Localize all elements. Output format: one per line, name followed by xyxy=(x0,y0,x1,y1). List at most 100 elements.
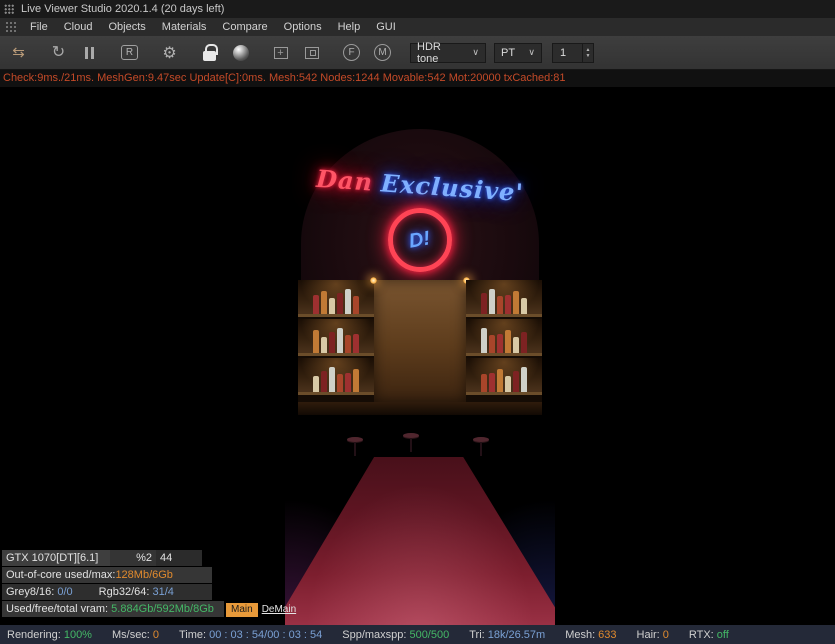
bottle xyxy=(313,295,319,314)
bottle xyxy=(513,337,519,353)
focus-picker-icon: F xyxy=(343,44,360,61)
menu-item-help[interactable]: Help xyxy=(330,21,369,33)
menu-item-gui[interactable]: GUI xyxy=(368,21,404,33)
gear-icon: ⚙ xyxy=(162,44,177,62)
tab-main[interactable]: Main xyxy=(226,603,258,617)
render-ball-button[interactable] xyxy=(225,40,256,66)
bottle xyxy=(353,334,359,353)
bottle xyxy=(497,296,503,314)
bar-stool xyxy=(347,437,363,456)
menu-item-materials[interactable]: Materials xyxy=(154,21,215,33)
window-title: Live Viewer Studio 2020.1.4 (20 days lef… xyxy=(21,3,225,15)
region-render-button[interactable]: R xyxy=(114,40,145,66)
bottle xyxy=(321,291,327,314)
render-stats-line: Check:9ms./21ms. MeshGen:9.47sec Update[… xyxy=(0,70,835,87)
vram-value: 5.884Gb/592Mb/8Gb xyxy=(111,603,214,615)
right-shelf-unit xyxy=(466,280,542,402)
menu-item-file[interactable]: File xyxy=(22,21,56,33)
shelf-row xyxy=(298,358,374,395)
kernel-dropdown[interactable]: PT ∨ xyxy=(494,42,542,63)
bottle xyxy=(481,374,487,392)
neon-logo-text: D! xyxy=(407,226,433,253)
bottle xyxy=(345,335,351,353)
bottle xyxy=(353,296,359,314)
rendering-stat: Rendering: 100% xyxy=(7,628,92,641)
menu-item-options[interactable]: Options xyxy=(276,21,330,33)
pause-icon xyxy=(85,46,94,59)
menu-grip-icon xyxy=(5,21,17,33)
mesh-stat: Mesh: 633 xyxy=(565,628,617,641)
wood-column xyxy=(370,277,470,402)
bottle xyxy=(353,369,359,392)
menu-item-cloud[interactable]: Cloud xyxy=(56,21,101,33)
bottle xyxy=(521,298,527,314)
bottle xyxy=(345,289,351,314)
neon-logo-ring: D! xyxy=(388,208,452,272)
bottle xyxy=(505,295,511,314)
ooc-value: 128Mb/6Gb xyxy=(115,569,173,581)
bottle xyxy=(497,369,503,392)
menu-item-objects[interactable]: Objects xyxy=(100,21,153,33)
bottle xyxy=(481,328,487,353)
lock-resolution-button[interactable] xyxy=(194,40,225,66)
region-render-icon: R xyxy=(121,45,138,60)
texture-row: Grey8/16: 0/0 Rgb32/64: 31/4 xyxy=(2,584,212,600)
mssec-stat: Ms/sec: 0 xyxy=(111,628,159,641)
vram-row: Used/free/total vram: 5.884Gb/592Mb/8Gb … xyxy=(2,601,300,617)
pause-render-button[interactable] xyxy=(74,40,105,66)
bottle xyxy=(337,328,343,353)
shelf-row xyxy=(466,319,542,356)
add-region-button[interactable] xyxy=(265,40,296,66)
bottle xyxy=(329,367,335,392)
bottle xyxy=(313,330,319,353)
time-stat: Time: 00 : 03 : 54/00 : 03 : 54 xyxy=(179,628,323,641)
bottle xyxy=(513,291,519,314)
passes-value: 1 xyxy=(560,46,567,59)
menu-item-compare[interactable]: Compare xyxy=(214,21,275,33)
gpu-row: GTX 1070[DT][6.1] %2 44 xyxy=(2,550,300,566)
grey-label: Grey8/16: xyxy=(6,586,55,598)
menu-bar: File Cloud Objects Materials Compare Opt… xyxy=(0,18,835,36)
title-bar: Live Viewer Studio 2020.1.4 (20 days lef… xyxy=(0,0,835,18)
lock-icon xyxy=(203,43,218,61)
vram-label: Used/free/total vram: xyxy=(6,603,109,615)
focus-picker-button[interactable]: F xyxy=(336,40,367,66)
bottle xyxy=(521,367,527,392)
bottle xyxy=(329,332,335,353)
tab-demain[interactable]: DeMain xyxy=(258,603,300,617)
toolbar: ⇆ ↻ R ⚙ F M HDR tone ∨ PT ∨ 1 ▲▼ xyxy=(0,36,835,70)
bottle xyxy=(505,330,511,353)
bottle xyxy=(497,334,503,353)
shelf-row xyxy=(466,358,542,395)
gpu-name: GTX 1070[DT][6.1] xyxy=(2,550,110,566)
bar-counter xyxy=(298,402,542,415)
material-picker-button[interactable]: M xyxy=(367,40,398,66)
shelf-row xyxy=(298,280,374,317)
hdr-tone-dropdown[interactable]: HDR tone ∨ xyxy=(410,41,486,65)
passes-spinner[interactable]: 1 ▲ ▼ xyxy=(552,42,594,63)
settings-button[interactable]: ⚙ xyxy=(154,40,185,66)
live-sync-button[interactable]: ⇆ xyxy=(3,40,34,66)
bottle xyxy=(329,298,335,314)
rgb-label: Rgb32/64: xyxy=(98,586,150,598)
shelf-row xyxy=(466,280,542,317)
spinner-arrows-icon[interactable]: ▲ ▼ xyxy=(582,43,593,62)
sub-window-button[interactable] xyxy=(296,40,327,66)
render-ball-icon xyxy=(232,44,249,61)
shelf-row xyxy=(298,319,374,356)
hair-stat: Hair: 0 xyxy=(636,628,669,641)
ooc-label: Out-of-core used/max: xyxy=(6,569,116,581)
bottle xyxy=(489,373,495,392)
rendered-image: Dan Exclusive' D! xyxy=(285,115,555,625)
lamp-light xyxy=(370,277,377,284)
restart-render-button[interactable]: ↻ xyxy=(43,40,74,66)
bottle xyxy=(505,376,511,392)
bottle xyxy=(345,373,351,392)
chevron-down-icon: ∨ xyxy=(472,47,479,57)
tri-stat: Tri: 18k/26.57m xyxy=(469,628,546,641)
restart-icon: ↻ xyxy=(51,43,66,61)
chevron-down-icon: ∨ xyxy=(528,47,535,57)
material-picker-icon: M xyxy=(374,44,391,61)
spp-stat: Spp/maxspp: 500/500 xyxy=(342,628,450,641)
render-viewport[interactable]: Dan Exclusive' D! GTX 1070[DT][6.1] %2 4… xyxy=(0,87,835,625)
